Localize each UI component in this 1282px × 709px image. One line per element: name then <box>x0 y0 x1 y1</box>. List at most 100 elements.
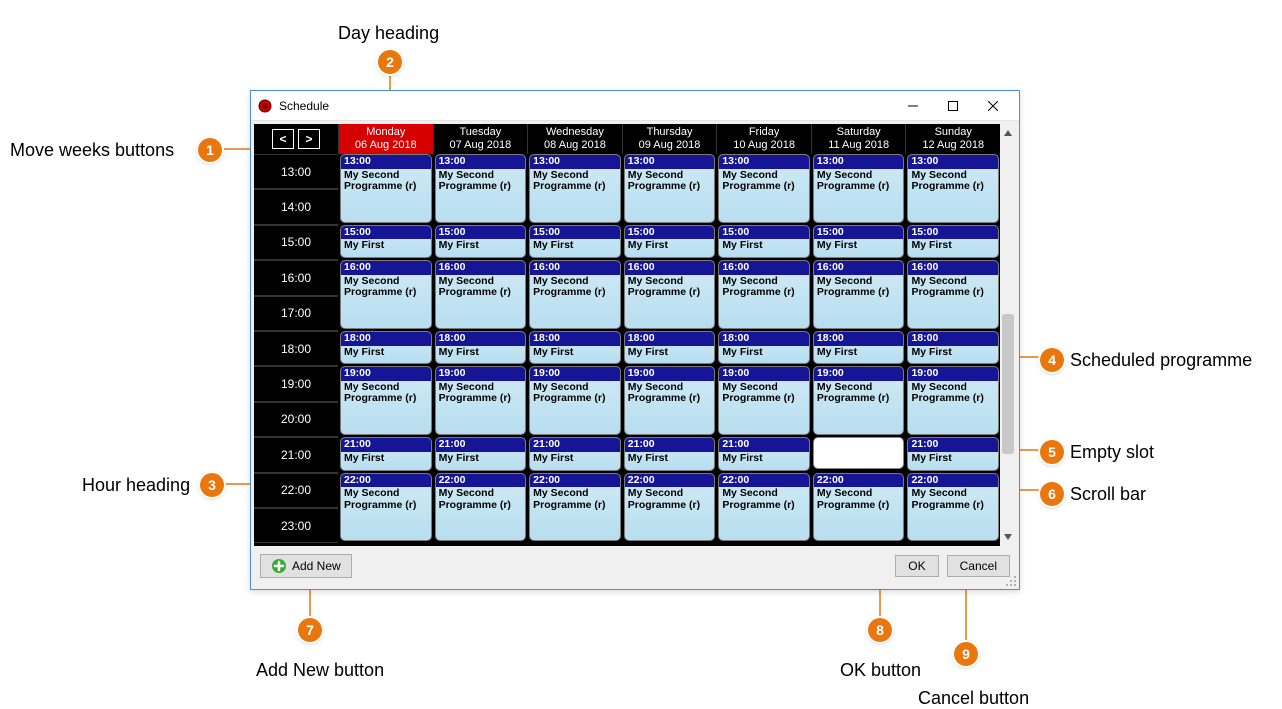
programme-time: 15:00 <box>436 226 526 240</box>
scheduled-programme[interactable]: 18:00My First <box>813 331 905 364</box>
scheduled-programme[interactable]: 13:00My Second Programme (r) <box>340 154 432 223</box>
scheduled-programme[interactable]: 22:00My Second Programme (r) <box>529 473 621 542</box>
scheduled-programme[interactable]: 19:00My Second Programme (r) <box>340 366 432 435</box>
schedule-window: Schedule < > Mon <box>250 90 1020 590</box>
scheduled-programme[interactable]: 16:00My Second Programme (r) <box>907 260 999 329</box>
day-heading[interactable]: Tuesday07 Aug 2018 <box>433 124 528 154</box>
day-date: 11 Aug 2018 <box>812 139 906 152</box>
programme-time: 16:00 <box>625 261 715 275</box>
resize-grip-icon[interactable] <box>1005 575 1017 587</box>
cancel-button[interactable]: Cancel <box>947 555 1010 577</box>
annotation-bubble: 4 <box>1040 348 1064 372</box>
prev-week-button[interactable]: < <box>272 129 294 149</box>
scheduled-programme[interactable]: 13:00My Second Programme (r) <box>624 154 716 223</box>
scroll-down-button[interactable] <box>1000 528 1016 546</box>
day-name: Sunday <box>906 126 1000 139</box>
day-heading[interactable]: Wednesday08 Aug 2018 <box>527 124 622 154</box>
scheduled-programme[interactable]: 15:00My First <box>813 225 905 258</box>
scheduled-programme[interactable]: 19:00My Second Programme (r) <box>529 366 621 435</box>
programme-title: My Second Programme (r) <box>814 275 904 300</box>
annotation-label: Move weeks buttons <box>10 140 174 161</box>
scheduled-programme[interactable]: 16:00My Second Programme (r) <box>624 260 716 329</box>
scheduled-programme[interactable]: 18:00My First <box>340 331 432 364</box>
programme-title: My Second Programme (r) <box>814 169 904 194</box>
scheduled-programme[interactable]: 13:00My Second Programme (r) <box>435 154 527 223</box>
scroll-up-button[interactable] <box>1000 124 1016 142</box>
scheduled-programme[interactable]: 16:00My Second Programme (r) <box>813 260 905 329</box>
programme-time: 19:00 <box>625 367 715 381</box>
maximize-button[interactable] <box>933 93 973 119</box>
day-heading[interactable]: Saturday11 Aug 2018 <box>811 124 906 154</box>
add-new-button[interactable]: Add New <box>260 554 352 578</box>
programme-time: 19:00 <box>719 367 809 381</box>
programme-title: My Second Programme (r) <box>436 487 526 512</box>
scheduled-programme[interactable]: 13:00My Second Programme (r) <box>529 154 621 223</box>
programme-title: My First <box>908 239 998 253</box>
scheduled-programme[interactable]: 22:00My Second Programme (r) <box>624 473 716 542</box>
scheduled-programme[interactable]: 22:00My Second Programme (r) <box>813 473 905 542</box>
day-column: 13:00My Second Programme (r)15:00My Firs… <box>622 154 717 546</box>
scheduled-programme[interactable]: 15:00My First <box>340 225 432 258</box>
day-heading[interactable]: Sunday12 Aug 2018 <box>905 124 1000 154</box>
scheduled-programme[interactable]: 15:00My First <box>435 225 527 258</box>
hour-heading: 16:00 <box>254 260 338 295</box>
scheduled-programme[interactable]: 21:00My First <box>907 437 999 470</box>
day-heading[interactable]: Monday06 Aug 2018 <box>338 124 433 154</box>
scheduled-programme[interactable]: 18:00My First <box>718 331 810 364</box>
scheduled-programme[interactable]: 19:00My Second Programme (r) <box>718 366 810 435</box>
programme-title: My First <box>625 239 715 253</box>
scheduled-programme[interactable]: 22:00My Second Programme (r) <box>907 473 999 542</box>
hour-heading: 22:00 <box>254 473 338 508</box>
scheduled-programme[interactable]: 22:00My Second Programme (r) <box>718 473 810 542</box>
scheduled-programme[interactable]: 16:00My Second Programme (r) <box>529 260 621 329</box>
close-button[interactable] <box>973 93 1013 119</box>
scroll-thumb[interactable] <box>1002 314 1014 454</box>
programme-title: My First <box>341 239 431 253</box>
programme-time: 16:00 <box>719 261 809 275</box>
scheduled-programme[interactable]: 13:00My Second Programme (r) <box>907 154 999 223</box>
scheduled-programme[interactable]: 18:00My First <box>907 331 999 364</box>
scheduled-programme[interactable]: 19:00My Second Programme (r) <box>624 366 716 435</box>
ok-button[interactable]: OK <box>895 555 938 577</box>
programme-title: My First <box>530 239 620 253</box>
day-heading[interactable]: Friday10 Aug 2018 <box>716 124 811 154</box>
scheduled-programme[interactable]: 16:00My Second Programme (r) <box>340 260 432 329</box>
scheduled-programme[interactable]: 18:00My First <box>435 331 527 364</box>
scheduled-programme[interactable]: 13:00My Second Programme (r) <box>813 154 905 223</box>
scrollbar[interactable] <box>1000 124 1016 546</box>
titlebar[interactable]: Schedule <box>251 91 1019 121</box>
scheduled-programme[interactable]: 19:00My Second Programme (r) <box>435 366 527 435</box>
scheduled-programme[interactable]: 19:00My Second Programme (r) <box>813 366 905 435</box>
day-date: 08 Aug 2018 <box>528 139 622 152</box>
scheduled-programme[interactable]: 16:00My Second Programme (r) <box>435 260 527 329</box>
scheduled-programme[interactable]: 15:00My First <box>529 225 621 258</box>
scheduled-programme[interactable]: 21:00My First <box>529 437 621 470</box>
scheduled-programme[interactable]: 15:00My First <box>718 225 810 258</box>
scheduled-programme[interactable]: 21:00My First <box>718 437 810 470</box>
add-new-label: Add New <box>292 559 341 573</box>
next-week-button[interactable]: > <box>298 129 320 149</box>
minimize-button[interactable] <box>893 93 933 119</box>
scheduled-programme[interactable]: 21:00My First <box>435 437 527 470</box>
scheduled-programme[interactable]: 21:00My First <box>340 437 432 470</box>
scheduled-programme[interactable]: 13:00My Second Programme (r) <box>718 154 810 223</box>
programme-title: My Second Programme (r) <box>814 487 904 512</box>
scheduled-programme[interactable]: 19:00My Second Programme (r) <box>907 366 999 435</box>
day-heading[interactable]: Thursday09 Aug 2018 <box>622 124 717 154</box>
scheduled-programme[interactable]: 18:00My First <box>624 331 716 364</box>
scheduled-programme[interactable]: 15:00My First <box>907 225 999 258</box>
scheduled-programme[interactable]: 15:00My First <box>624 225 716 258</box>
scheduled-programme[interactable]: 22:00My Second Programme (r) <box>340 473 432 542</box>
scheduled-programme[interactable]: 22:00My Second Programme (r) <box>435 473 527 542</box>
programme-title: My Second Programme (r) <box>625 487 715 512</box>
scheduled-programme[interactable]: 16:00My Second Programme (r) <box>718 260 810 329</box>
scheduled-programme[interactable]: 18:00My First <box>529 331 621 364</box>
empty-slot[interactable] <box>813 437 905 468</box>
programme-title: My Second Programme (r) <box>625 275 715 300</box>
day-name: Thursday <box>623 126 717 139</box>
scheduled-programme[interactable]: 21:00My First <box>624 437 716 470</box>
programme-time: 15:00 <box>530 226 620 240</box>
day-name: Monday <box>339 126 433 139</box>
programme-title: My Second Programme (r) <box>719 381 809 406</box>
programme-time: 22:00 <box>814 474 904 488</box>
